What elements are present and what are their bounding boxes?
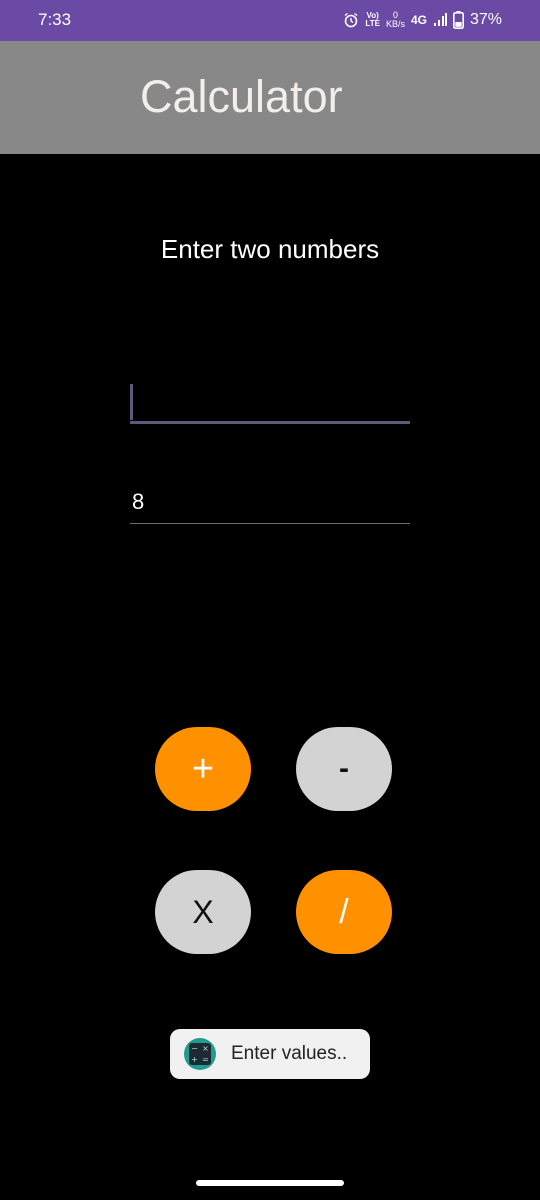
calculator-app-icon: − × + =	[184, 1038, 216, 1070]
status-icons: Vo) LTE 0 KB/s 4G 37%	[343, 8, 502, 32]
alarm-icon	[343, 12, 359, 28]
app-title: Calculator	[140, 71, 343, 122]
home-indicator[interactable]	[196, 1180, 344, 1186]
toast: − × + = Enter values..	[170, 1029, 370, 1079]
subtract-button[interactable]: -	[296, 727, 392, 811]
prompt-label: Enter two numbers	[160, 234, 380, 264]
volte-indicator: Vo) LTE	[365, 12, 380, 28]
network-type: 4G	[410, 13, 427, 27]
net-speed: 0 KB/s	[386, 11, 405, 29]
second-number-input[interactable]	[130, 480, 410, 524]
net-speed-unit: KB/s	[385, 19, 405, 29]
battery-icon	[452, 11, 464, 29]
divide-button[interactable]: /	[296, 870, 392, 954]
status-bar: 7:33 Vo) LTE 0 KB/s 4G 37%	[0, 0, 540, 41]
volte-bottom: LTE	[365, 19, 380, 28]
multiply-button[interactable]: X	[155, 870, 251, 954]
text-cursor	[130, 384, 133, 420]
toast-message: Enter values..	[231, 1043, 348, 1064]
battery-percent: 37%	[469, 11, 502, 28]
app-bar: Calculator	[0, 41, 540, 154]
status-time: 7:33	[38, 10, 72, 29]
add-button[interactable]: +	[155, 727, 251, 811]
signal-icon	[433, 13, 447, 27]
first-number-input[interactable]	[130, 380, 410, 424]
